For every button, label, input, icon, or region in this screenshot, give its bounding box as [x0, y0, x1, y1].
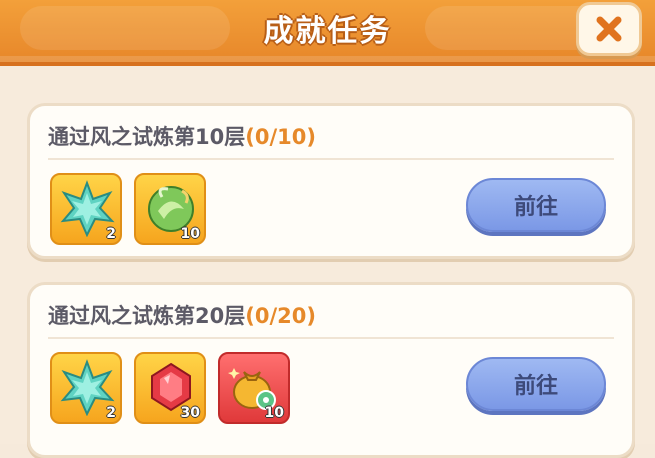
- reward-item[interactable]: 2: [50, 352, 122, 424]
- reward-count: 10: [264, 405, 284, 421]
- divider: [48, 337, 614, 339]
- reward-count: 2: [106, 405, 116, 421]
- task-title: 通过风之试炼第20层(0/20): [48, 300, 316, 330]
- reward-count: 10: [180, 226, 200, 242]
- reward-count: 30: [180, 405, 200, 421]
- task-card: 通过风之试炼第10层(0/10) 2 10 前往: [27, 103, 635, 259]
- reward-count: 2: [106, 226, 116, 242]
- task-title-text: 通过风之试炼第10层: [48, 125, 246, 149]
- task-title-text: 通过风之试炼第20层: [48, 304, 246, 328]
- close-button[interactable]: [576, 2, 642, 56]
- task-progress: (0/10): [245, 125, 316, 149]
- reward-item[interactable]: 30: [134, 352, 206, 424]
- reward-item[interactable]: 10: [134, 173, 206, 245]
- go-button[interactable]: 前往: [466, 178, 606, 232]
- task-progress: (0/20): [245, 304, 316, 328]
- divider: [48, 158, 614, 160]
- go-button[interactable]: 前往: [466, 357, 606, 411]
- reward-item[interactable]: 10: [218, 352, 290, 424]
- page-title: 成就任务: [263, 14, 392, 49]
- task-title: 通过风之试炼第10层(0/10): [48, 121, 316, 151]
- close-icon: [596, 16, 622, 42]
- header-bar: 成就任务: [0, 0, 655, 66]
- reward-item[interactable]: 2: [50, 173, 122, 245]
- task-card: 通过风之试炼第20层(0/20) 2 30 10 前往: [27, 282, 635, 458]
